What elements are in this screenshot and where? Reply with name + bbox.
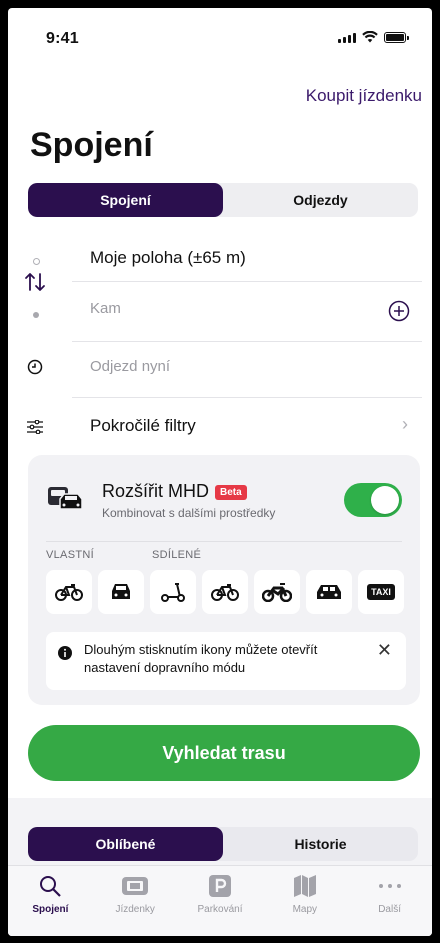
favorites-segmented-control: Oblíbené Historie [28,827,418,861]
status-time: 9:41 [46,30,79,47]
own-modes-label: VLASTNÍ [46,549,94,561]
extend-subtitle: Kombinovat s dalšími prostředky [102,506,276,520]
shared-modes-label: SDÍLENÉ [152,549,202,561]
divider [46,541,402,542]
battery-icon [384,32,409,43]
transport-modes: TAXI [46,570,404,614]
bicycle-icon [55,584,83,601]
clock-icon [27,359,43,375]
origin-dot-icon [33,258,40,265]
extend-toggle[interactable] [344,483,402,517]
tabbar-label: Parkování [197,904,243,915]
page-title: Spojení [30,126,153,164]
search-icon [38,872,62,900]
mode-scooter-button[interactable] [150,570,196,614]
scooter-icon [161,583,185,602]
info-icon [58,646,72,660]
beta-badge: Beta [215,484,247,500]
tip-box: Dlouhým stisknutím ikony můžete otevřít … [46,632,406,690]
departure-time-field[interactable]: Odjezd nyní [90,358,170,375]
taxi-icon: TAXI [367,584,395,600]
status-icons [338,31,409,43]
mode-taxi-button[interactable]: TAXI [358,570,404,614]
mode-bicycle-button[interactable] [46,570,92,614]
time-row[interactable]: Odjezd nyní [8,342,432,398]
wifi-icon [362,31,378,43]
tabbar-item-tickets[interactable]: Jízdenky [93,866,178,936]
destination-dot-icon [33,312,39,318]
buy-ticket-link[interactable]: Koupit jízdenku [306,86,422,106]
motorbike-icon [262,583,292,602]
map-icon [293,872,317,900]
signal-icon [338,33,356,43]
tabbar-item-parking[interactable]: Parkování [178,866,263,936]
shared-car-icon [317,585,341,599]
ticket-icon [121,872,149,900]
tabbar-label: Jízdenky [115,904,155,915]
tabbar-item-connections[interactable]: Spojení [8,866,93,936]
tip-text: Dlouhým stisknutím ikony můžete otevřít … [84,642,318,675]
car-icon [112,584,130,599]
from-field[interactable]: Moje poloha (±65 m) [90,248,246,268]
advanced-filters-label: Pokročilé filtry [90,416,196,435]
extend-transit-card: Rozšířit MHD Beta Kombinovat s dalšími pr… [28,455,420,705]
from-row[interactable]: Moje poloha (±65 m) [8,230,432,286]
tab-bar: Spojení Jízdenky Parkování Mapy Další [8,865,432,936]
add-stop-icon[interactable] [388,300,410,322]
destination-field[interactable]: Kam [90,300,121,317]
search-route-button[interactable]: Vyhledat trasu [28,725,420,781]
extend-title-wrap: Rozšířit MHD Beta [102,481,247,502]
close-icon[interactable]: ✕ [377,640,392,661]
tabbar-label: Spojení [32,904,69,915]
mode-motorbike-button[interactable] [254,570,300,614]
more-icon [378,872,402,900]
tab-favorites[interactable]: Oblíbené [28,827,223,861]
extend-title: Rozšířit MHD [102,481,209,501]
to-row[interactable]: Kam [8,282,432,338]
filters-icon [27,420,43,434]
multimodal-icon [48,487,83,510]
tab-departures[interactable]: Odjezdy [223,183,418,217]
shared-bicycle-icon [211,584,239,601]
filters-row[interactable]: Pokročilé filtry › [8,398,432,454]
tabbar-item-maps[interactable]: Mapy [262,866,347,936]
tab-history[interactable]: Historie [223,827,418,861]
tabbar-item-more[interactable]: Další [347,866,432,936]
chevron-right-icon: › [402,414,408,434]
parking-icon [208,872,232,900]
mode-shared-car-button[interactable] [306,570,352,614]
mode-car-button[interactable] [98,570,144,614]
tabbar-label: Mapy [292,904,318,915]
tabbar-label: Další [378,904,401,915]
mode-segmented-control: Spojení Odjezdy [28,183,418,217]
mode-shared-bicycle-button[interactable] [202,570,248,614]
status-bar: 9:41 [8,8,432,64]
app-screen: 9:41 Koupit jízdenku Spojení Spojení Odj… [8,8,432,936]
tab-connections[interactable]: Spojení [28,183,223,217]
